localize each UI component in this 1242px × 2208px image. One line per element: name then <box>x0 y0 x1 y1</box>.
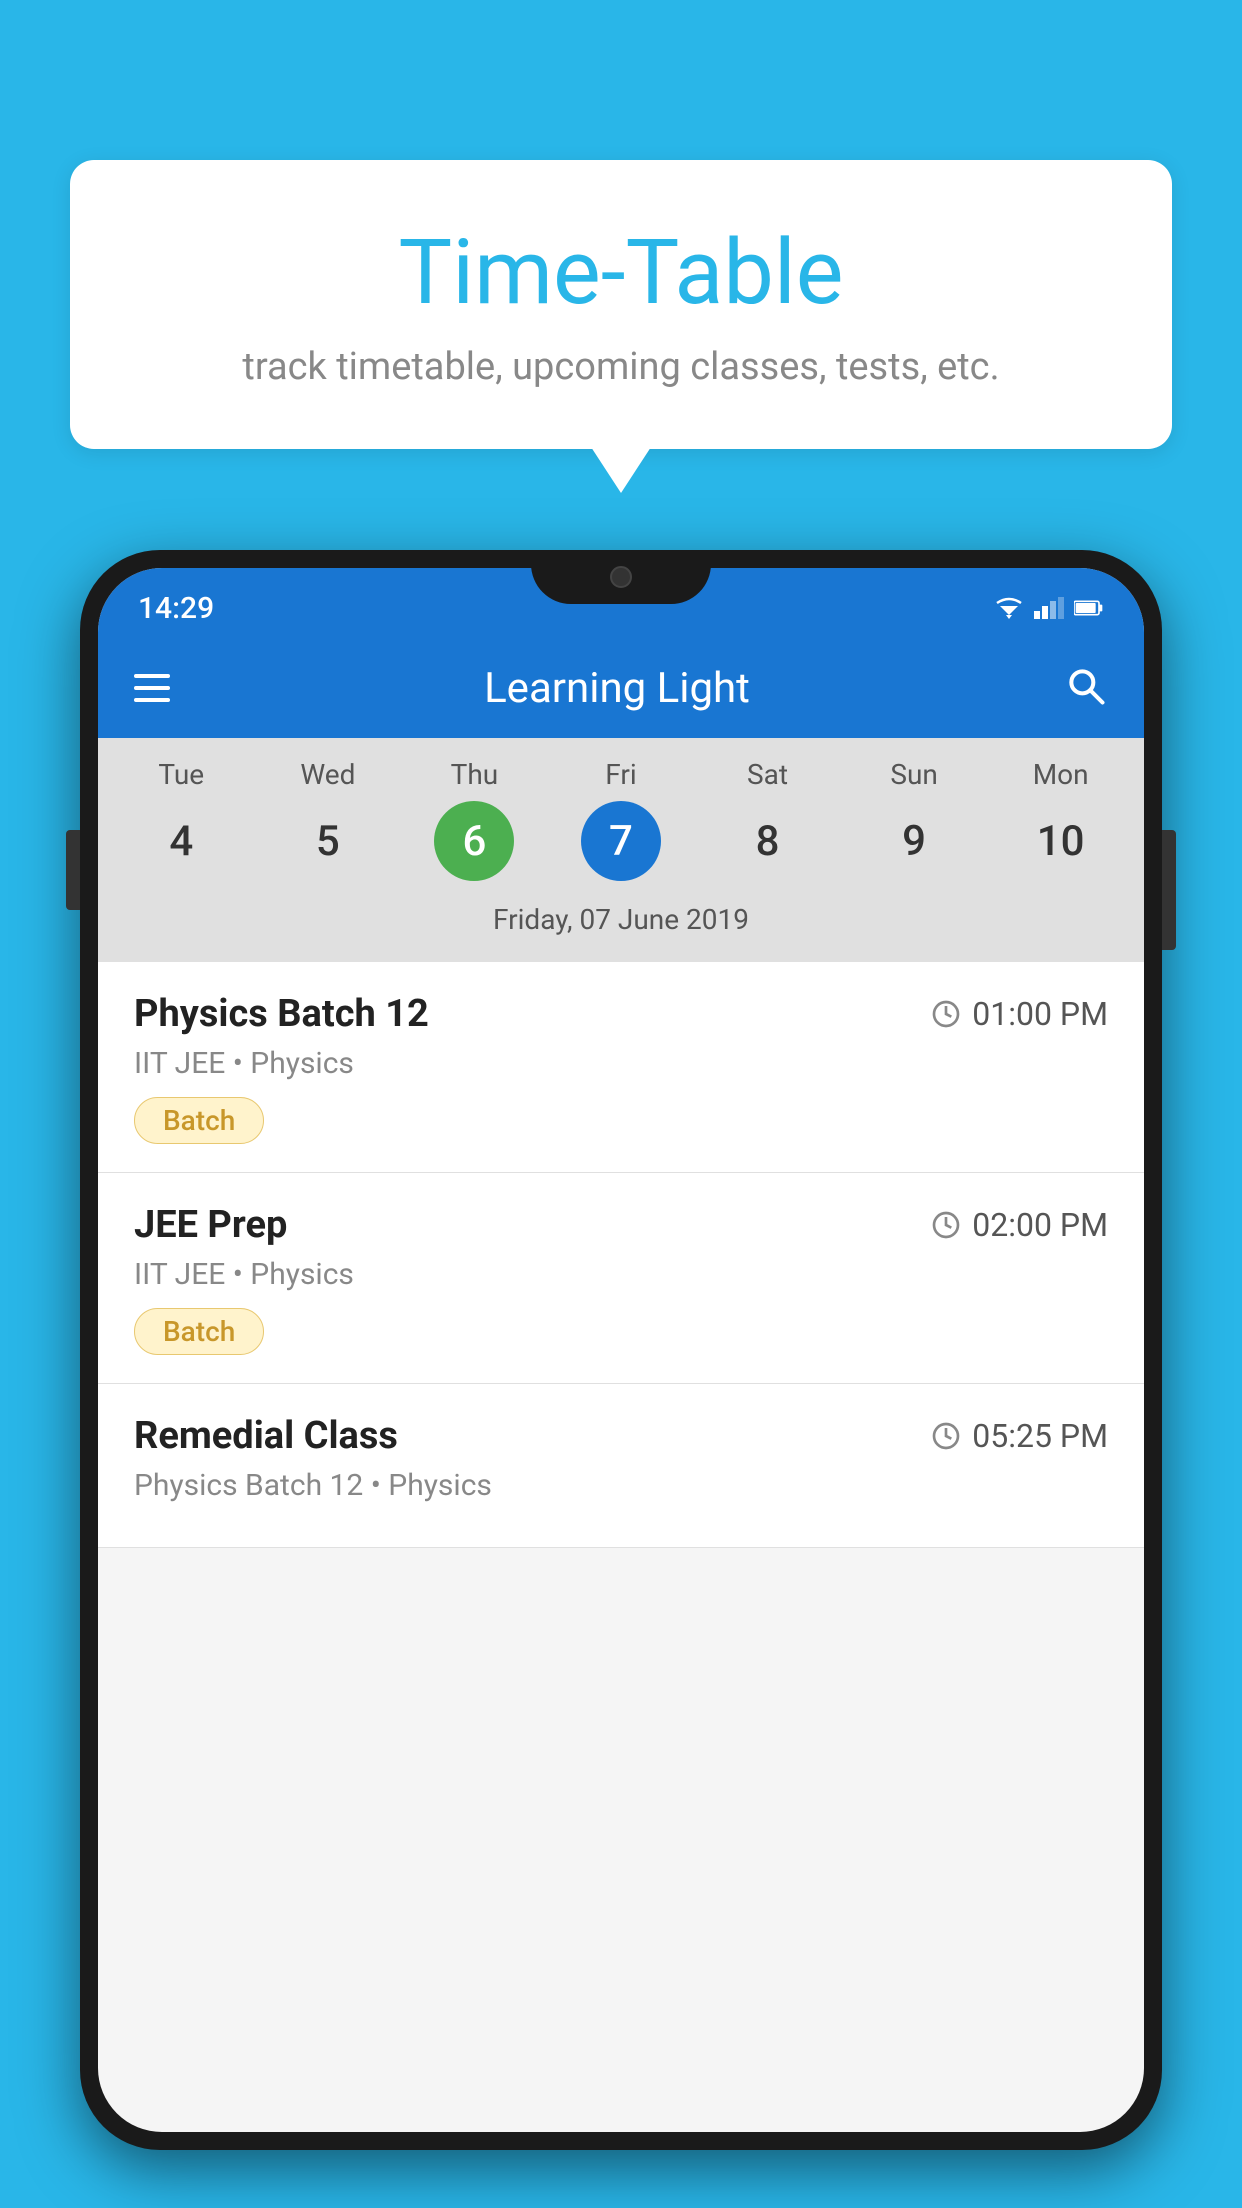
calendar-day-cell[interactable]: Mon 10 <box>991 758 1131 881</box>
schedule-item[interactable]: Physics Batch 12 01:00 PM IIT JEE • Physic… <box>98 962 1144 1173</box>
day-name: Sat <box>698 758 838 791</box>
day-number: 10 <box>1021 801 1101 881</box>
schedule-item-time: 01:00 PM <box>930 995 1108 1033</box>
signal-icon <box>1034 597 1064 619</box>
day-row: Tue 4 Wed 5 Thu 6 Fri 7 Sat 8 Sun 9 Mon 10 <box>108 758 1134 881</box>
app-bar: Learning Light <box>98 638 1144 738</box>
day-number: 4 <box>141 801 221 881</box>
schedule-item-subtitle: IIT JEE • Physics <box>134 1046 1108 1081</box>
clock-icon <box>930 1209 962 1241</box>
schedule-item-header: Remedial Class 05:25 PM <box>134 1414 1108 1458</box>
page-title: Time-Table <box>110 220 1132 325</box>
calendar-day-cell[interactable]: Sun 9 <box>844 758 984 881</box>
schedule-item-title: Physics Batch 12 <box>134 992 429 1036</box>
day-name: Tue <box>111 758 251 791</box>
day-name: Sun <box>844 758 984 791</box>
day-number: 7 <box>581 801 661 881</box>
phone-screen: 14:29 <box>98 568 1144 2132</box>
clock-icon <box>930 1420 962 1452</box>
camera <box>610 566 632 588</box>
calendar-day-cell[interactable]: Thu 6 <box>404 758 544 881</box>
schedule-item-subtitle: IIT JEE • Physics <box>134 1257 1108 1292</box>
status-icons <box>994 597 1104 619</box>
batch-badge: Batch <box>134 1097 264 1144</box>
schedule-item[interactable]: Remedial Class 05:25 PM Physics Batch 12 •… <box>98 1384 1144 1548</box>
status-time: 14:29 <box>138 591 214 626</box>
day-number: 9 <box>874 801 954 881</box>
schedule-item[interactable]: JEE Prep 02:00 PM IIT JEE • Physics Batch <box>98 1173 1144 1384</box>
day-name: Thu <box>404 758 544 791</box>
schedule-item-title: JEE Prep <box>134 1203 287 1247</box>
speech-bubble: Time-Table track timetable, upcoming cla… <box>70 160 1172 449</box>
day-name: Mon <box>991 758 1131 791</box>
calendar-day-cell[interactable]: Tue 4 <box>111 758 251 881</box>
phone-mockup: 14:29 <box>80 550 1162 2208</box>
day-number: 8 <box>728 801 808 881</box>
search-button[interactable] <box>1064 664 1108 712</box>
hamburger-menu-icon[interactable] <box>134 674 170 702</box>
schedule-item-time: 02:00 PM <box>930 1206 1108 1244</box>
schedule-item-header: Physics Batch 12 01:00 PM <box>134 992 1108 1036</box>
schedule-item-header: JEE Prep 02:00 PM <box>134 1203 1108 1247</box>
calendar-day-cell[interactable]: Fri 7 <box>551 758 691 881</box>
day-name: Fri <box>551 758 691 791</box>
app-bar-title: Learning Light <box>194 664 1040 713</box>
day-number: 6 <box>434 801 514 881</box>
day-number: 5 <box>288 801 368 881</box>
selected-date-label: Friday, 07 June 2019 <box>108 891 1134 952</box>
phone-notch <box>531 550 711 604</box>
schedule-item-title: Remedial Class <box>134 1414 398 1458</box>
schedule-item-time: 05:25 PM <box>930 1417 1108 1455</box>
calendar-day-cell[interactable]: Wed 5 <box>258 758 398 881</box>
clock-icon <box>930 998 962 1030</box>
page-subtitle: track timetable, upcoming classes, tests… <box>110 345 1132 389</box>
schedule-item-subtitle: Physics Batch 12 • Physics <box>134 1468 1108 1503</box>
battery-icon <box>1074 597 1104 619</box>
speech-bubble-container: Time-Table track timetable, upcoming cla… <box>70 160 1172 449</box>
calendar-day-cell[interactable]: Sat 8 <box>698 758 838 881</box>
phone-outer: 14:29 <box>80 550 1162 2150</box>
search-icon <box>1064 664 1108 708</box>
batch-badge: Batch <box>134 1308 264 1355</box>
day-name: Wed <box>258 758 398 791</box>
calendar-strip: Tue 4 Wed 5 Thu 6 Fri 7 Sat 8 Sun 9 Mon 10 Friday, 07… <box>98 738 1144 962</box>
schedule-list: Physics Batch 12 01:00 PM IIT JEE • Physic… <box>98 962 1144 1548</box>
wifi-icon <box>994 597 1024 619</box>
